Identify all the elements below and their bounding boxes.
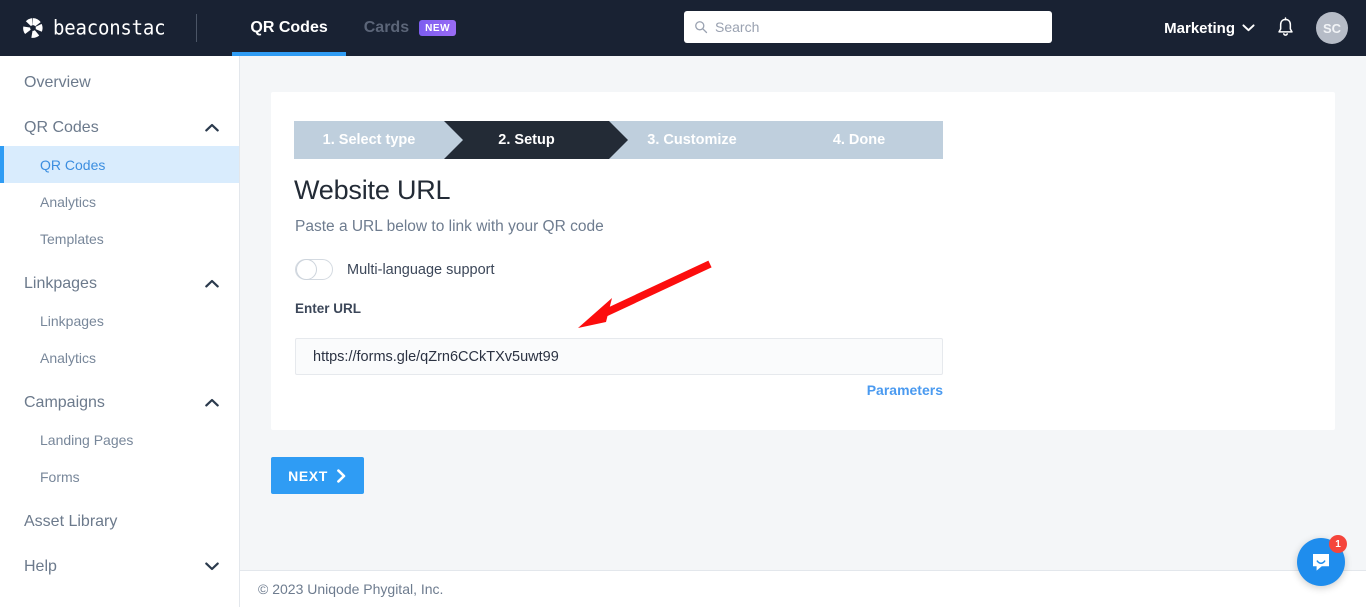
- org-switcher-label: Marketing: [1164, 20, 1235, 37]
- chat-launcher[interactable]: 1: [1297, 538, 1345, 586]
- sidebar-item-templates[interactable]: Templates: [0, 220, 239, 257]
- chevron-up-icon: [205, 123, 219, 132]
- sidebar-group-linkpages[interactable]: Linkpages: [0, 265, 239, 302]
- sidebar-item-label: Analytics: [40, 350, 96, 366]
- step-arrow-cap-icon: [609, 121, 628, 159]
- pinwheel-logo-icon: [22, 17, 44, 39]
- main-content: 1. Select type 2. Setup 3. Customize 4. …: [240, 56, 1366, 607]
- sidebar-group-qr-codes[interactable]: QR Codes: [0, 109, 239, 146]
- brand-logo[interactable]: beaconstac: [22, 17, 165, 39]
- search-icon: [694, 20, 708, 34]
- sidebar-item-label: QR Codes: [40, 157, 105, 173]
- header-right-cluster: Marketing SC: [1164, 0, 1348, 56]
- page-subtitle: Paste a URL below to link with your QR c…: [295, 218, 604, 236]
- wizard-step-select-type[interactable]: 1. Select type: [294, 121, 444, 159]
- wizard-step-done[interactable]: 4. Done: [775, 121, 943, 159]
- sidebar-group-campaigns[interactable]: Campaigns: [0, 384, 239, 421]
- sidebar-item-forms[interactable]: Forms: [0, 458, 239, 495]
- user-avatar[interactable]: SC: [1316, 12, 1348, 44]
- sidebar-item-qr-codes[interactable]: QR Codes: [0, 146, 239, 183]
- wizard-step-customize[interactable]: 3. Customize: [609, 121, 775, 159]
- chat-bubble-smile-icon: [1309, 550, 1333, 574]
- sidebar-item-asset-library[interactable]: Asset Library: [0, 503, 239, 540]
- sidebar-item-label: Landing Pages: [40, 432, 133, 448]
- sidebar-gap: [0, 257, 239, 265]
- qr-setup-card: 1. Select type 2. Setup 3. Customize 4. …: [271, 92, 1335, 430]
- sidebar-item-label: QR Codes: [24, 119, 99, 137]
- sidebar-item-label: Help: [24, 558, 57, 576]
- sidebar-gap: [0, 495, 239, 503]
- global-search[interactable]: [684, 11, 1052, 43]
- nav-tab-cards[interactable]: Cards NEW: [346, 0, 475, 56]
- page-title: Website URL: [294, 175, 450, 206]
- footer: © 2023 Uniqode Phygital, Inc.: [240, 570, 1366, 607]
- parameters-link[interactable]: Parameters: [857, 382, 943, 398]
- wizard-step-label: 1. Select type: [323, 132, 416, 148]
- wizard-step-label: 3. Customize: [647, 132, 736, 148]
- chat-unread-badge: 1: [1329, 535, 1347, 553]
- nav-tab-qr-codes-label: QR Codes: [250, 19, 327, 37]
- sidebar-item-label: Asset Library: [24, 513, 117, 531]
- chevron-up-icon: [205, 398, 219, 407]
- sidebar-item-overview[interactable]: Overview: [0, 64, 239, 101]
- top-header: beaconstac QR Codes Cards NEW Marketing: [0, 0, 1366, 56]
- sidebar-nav: Overview QR Codes QR Codes Analytics Tem…: [0, 56, 240, 607]
- user-avatar-initials: SC: [1323, 21, 1341, 36]
- url-field-label: Enter URL: [295, 301, 361, 316]
- wizard-steps: 1. Select type 2. Setup 3. Customize 4. …: [294, 121, 943, 159]
- nav-tab-cards-label: Cards: [364, 19, 409, 37]
- brand-wordmark: beaconstac: [53, 16, 165, 39]
- toggle-knob: [296, 259, 317, 280]
- sidebar-item-label: Analytics: [40, 194, 96, 210]
- sidebar-group-help[interactable]: Help: [0, 548, 239, 585]
- sidebar-gap: [0, 376, 239, 384]
- step-arrow-cap-icon: [775, 121, 794, 159]
- chat-unread-count: 1: [1335, 539, 1341, 550]
- sidebar-item-label: Linkpages: [24, 275, 97, 293]
- sidebar-item-label: Linkpages: [40, 313, 104, 329]
- bell-icon[interactable]: [1276, 17, 1295, 39]
- sidebar-item-landing-pages[interactable]: Landing Pages: [0, 421, 239, 458]
- sidebar-gap: [0, 101, 239, 109]
- next-button[interactable]: NEXT: [271, 457, 364, 494]
- multilanguage-toggle[interactable]: [295, 259, 333, 280]
- sidebar-item-linkpage-analytics[interactable]: Analytics: [0, 339, 239, 376]
- search-input[interactable]: [715, 19, 1042, 35]
- sidebar-item-label: Campaigns: [24, 394, 105, 412]
- nav-tab-qr-codes[interactable]: QR Codes: [232, 0, 345, 56]
- footer-copyright: © 2023 Uniqode Phygital, Inc.: [258, 581, 443, 597]
- multilanguage-label: Multi-language support: [347, 262, 495, 278]
- sidebar-item-label: Overview: [24, 74, 91, 92]
- sidebar-gap: [0, 540, 239, 548]
- wizard-step-label: 2. Setup: [498, 132, 554, 148]
- url-input[interactable]: [295, 338, 943, 375]
- org-switcher[interactable]: Marketing: [1164, 20, 1255, 37]
- sidebar-item-qr-analytics[interactable]: Analytics: [0, 183, 239, 220]
- next-button-label: NEXT: [288, 468, 328, 484]
- chevron-down-icon: [205, 562, 219, 571]
- wizard-step-label: 4. Done: [833, 132, 885, 148]
- sidebar-item-label: Forms: [40, 469, 80, 485]
- chevron-right-icon: [336, 469, 347, 483]
- chevron-up-icon: [205, 279, 219, 288]
- sidebar-item-linkpages[interactable]: Linkpages: [0, 302, 239, 339]
- multilanguage-row: Multi-language support: [295, 259, 495, 280]
- chevron-down-icon: [1242, 24, 1255, 32]
- primary-nav: QR Codes Cards NEW: [232, 0, 474, 56]
- sidebar-item-label: Templates: [40, 231, 104, 247]
- cards-new-badge: NEW: [419, 20, 456, 36]
- step-arrow-cap-icon: [444, 121, 463, 159]
- header-divider: [196, 14, 197, 42]
- wizard-step-setup[interactable]: 2. Setup: [444, 121, 609, 159]
